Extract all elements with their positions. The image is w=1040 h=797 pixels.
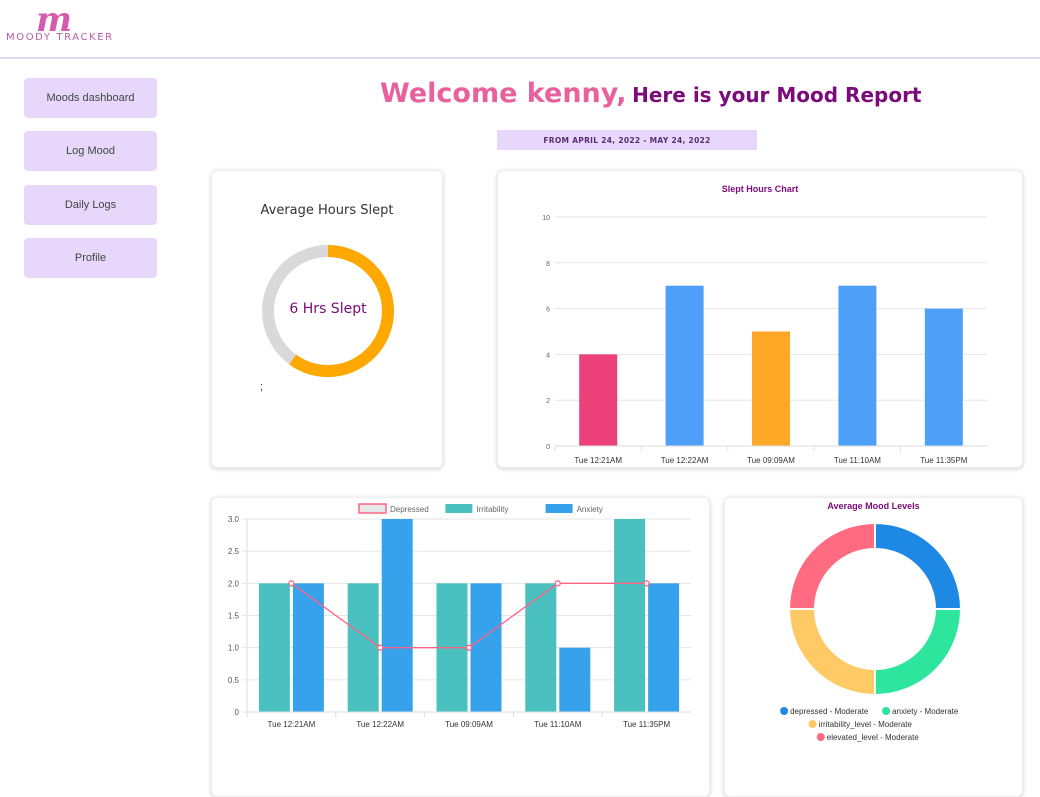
average-sleep-card: Average Hours Slept 6 Hrs Slept ; (211, 170, 443, 468)
x-tick-label: Tue 09:09AM (445, 720, 493, 729)
y-tick-label: 0 (546, 444, 550, 451)
legend-swatch (882, 707, 891, 715)
bar-tue-12-21am (579, 354, 618, 446)
legend-label: irritability_level - Moderate (819, 720, 913, 729)
legend-item-irritability[interactable]: Irritability (445, 504, 508, 514)
slept-hours-chart: 0 2 4 6 8 10 Tue 12:21AM Tue 12:22AM Tue 09:09AM… (542, 215, 987, 465)
nav-moods-dashboard-button[interactable]: Moods dashboard (24, 78, 157, 118)
legend-item-anxiety[interactable]: Anxiety (545, 504, 603, 514)
bar-anxiety-tue-11-35pm (648, 583, 680, 712)
y-tick-label: 2.5 (228, 547, 240, 556)
legend-swatch (780, 707, 789, 715)
bar-tue-11-10am (838, 285, 877, 446)
bar-tue-09-09am (752, 331, 790, 446)
point-depressed-4 (643, 580, 650, 587)
legend-label: anxiety - Moderate (892, 707, 959, 716)
point-depressed-3 (554, 580, 561, 587)
bar-irritability-tue-11-35pm (614, 519, 646, 712)
y-tick-label: 2 (546, 398, 550, 405)
x-tick-label: Tue 12:21AM (268, 720, 316, 729)
bar-anxiety-tue-12-21am (292, 583, 324, 712)
legend-swatch (808, 720, 817, 728)
brand-name[interactable]: MOODY TRACKER (6, 32, 114, 43)
legend-label: depressed - Moderate (790, 707, 869, 716)
slept-hours-chart-card: Slept Hours Chart 0 2 4 6 8 10 Tue 12:21AM Tue … (497, 170, 1023, 468)
y-tick-label: 8 (546, 261, 550, 268)
x-tick-label: Tue 09:09AM (747, 456, 795, 465)
slice-elevated-level-moderate (787, 521, 876, 610)
legend-label: Irritability (476, 505, 508, 514)
welcome-text: Welcome kenny, (380, 78, 627, 109)
mood-levels-chart-card: Depressed Irritability Anxiety 0 0.5 1.0 1.5 2.… (211, 497, 710, 797)
slice-depressed-moderate (874, 521, 963, 610)
sleep-gauge (262, 245, 394, 377)
sleep-footnote: ; (260, 381, 264, 393)
nav-daily-logs-button[interactable]: Daily Logs (24, 185, 157, 225)
mood-levels-chart: Depressed Irritability Anxiety 0 0.5 1.0 1.5 2.… (228, 503, 691, 729)
x-tick-label: Tue 11:10AM (834, 456, 881, 465)
y-tick-label: 4 (546, 352, 550, 359)
x-tick-label: Tue 11:10AM (534, 720, 581, 729)
x-tick-label: Tue 11:35PM (920, 456, 967, 465)
slice-anxiety-moderate (874, 608, 963, 697)
top-bar: m MOODY TRACKER (0, 0, 1040, 59)
legend-swatch (445, 504, 473, 513)
average-mood-levels-chart: depressed - Moderate anxiety - Moderate ir… (780, 521, 963, 742)
bar-tue-11-35pm (924, 308, 963, 446)
legend-label: elevated_level - Moderate (827, 733, 920, 742)
bar-irritability-tue-11-10am (525, 583, 557, 712)
bar-irritability-tue-12-21am (258, 583, 290, 712)
y-tick-label: 2.0 (228, 579, 240, 588)
x-tick-label: Tue 11:35PM (623, 720, 670, 729)
y-tick-label: 0.5 (228, 676, 240, 685)
legend-label: Depressed (390, 505, 429, 514)
legend-item-elevated-level-moderate[interactable]: elevated_level - Moderate (816, 733, 920, 742)
y-tick-label: 0 (235, 708, 240, 717)
y-tick-label: 10 (542, 215, 550, 222)
bar-irritability-tue-12-22am (347, 583, 379, 712)
legend-item-depressed-moderate[interactable]: depressed - Moderate (780, 707, 869, 716)
bar-tue-12-22am (665, 285, 704, 446)
bar-anxiety-tue-12-22am (381, 519, 413, 712)
legend-item-depressed[interactable]: Depressed (358, 503, 429, 514)
x-tick-label: Tue 12:21AM (574, 456, 622, 465)
y-tick-label: 6 (546, 307, 550, 314)
point-depressed-0 (288, 580, 295, 587)
legend-swatch (358, 503, 387, 514)
legend-item-anxiety-moderate[interactable]: anxiety - Moderate (882, 707, 959, 716)
x-tick-label: Tue 12:22AM (356, 720, 404, 729)
page-title: Welcome kenny, Here is your Mood Report (380, 78, 940, 109)
x-tick-label: Tue 12:22AM (661, 456, 709, 465)
bar-anxiety-tue-09-09am (470, 583, 502, 712)
bar-anxiety-tue-11-10am (559, 647, 591, 712)
y-tick-label: 1.5 (228, 612, 240, 621)
y-tick-label: 1.0 (228, 644, 240, 653)
y-tick-label: 3.0 (228, 515, 240, 524)
point-depressed-2 (465, 644, 473, 651)
nav-log-mood-button[interactable]: Log Mood (24, 131, 157, 171)
slice-irritability-level-moderate (787, 608, 876, 697)
point-depressed-1 (377, 644, 384, 651)
legend-item-irritability-level-moderate[interactable]: irritability_level - Moderate (808, 720, 913, 729)
nav-profile-button[interactable]: Profile (24, 238, 157, 278)
average-mood-levels-card: Average Mood Levels depressed - Moderate… (724, 497, 1023, 797)
legend-swatch (816, 733, 825, 741)
legend-label: Anxiety (577, 505, 603, 514)
sleep-gauge-label: 6 Hrs Slept (289, 301, 367, 317)
date-range-badge: FROM APRIL 24, 2022 - MAY 24, 2022 (497, 130, 757, 150)
legend-swatch (545, 504, 573, 513)
report-subtitle: Here is your Mood Report (632, 83, 922, 107)
